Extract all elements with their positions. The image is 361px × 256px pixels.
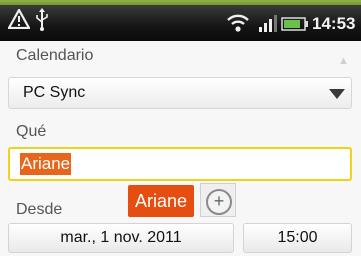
what-input-value: Ariane — [20, 153, 72, 175]
calendar-label: Calendario — [16, 47, 94, 64]
from-time-button[interactable]: 15:00 — [243, 223, 352, 253]
warning-icon — [7, 7, 31, 34]
event-form: Calendario ▲ PC Sync Qué Ariane Desde Ar… — [0, 41, 361, 256]
wifi-icon — [226, 13, 250, 38]
calendar-select[interactable]: PC Sync — [8, 77, 352, 109]
what-input[interactable]: Ariane — [8, 147, 352, 181]
status-bar: 14:53 — [0, 5, 361, 41]
from-date-button[interactable]: mar., 1 nov. 2011 — [8, 223, 234, 253]
signal-icon — [258, 13, 278, 38]
add-to-dictionary-icon[interactable]: + — [206, 189, 232, 215]
suggestion-word-button[interactable]: Ariane — [128, 185, 195, 217]
usb-icon — [34, 8, 50, 37]
chevron-down-icon — [329, 89, 345, 99]
status-time: 14:53 — [312, 14, 356, 33]
battery-icon — [281, 17, 309, 36]
calendar-select-value: PC Sync — [23, 84, 86, 101]
what-label: Qué — [16, 123, 47, 140]
from-label: Desde — [16, 201, 63, 218]
scroll-up-indicator-icon: ▲ — [338, 55, 349, 67]
